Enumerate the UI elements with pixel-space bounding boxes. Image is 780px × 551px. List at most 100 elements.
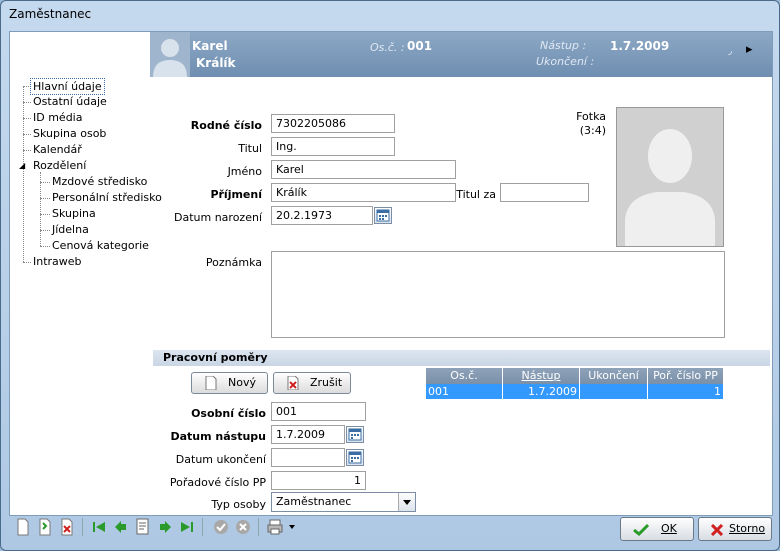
- poradove-cislo-label: Pořadové číslo PP: [169, 476, 266, 489]
- tree-connector: [40, 214, 50, 215]
- new-record-icon[interactable]: [13, 516, 33, 538]
- datum-narozeni-label: Datum narození: [174, 211, 262, 224]
- copy-record-icon[interactable]: [35, 516, 55, 538]
- tree-connector: [40, 198, 50, 199]
- employee-header: Karel Králík Os.č. : 001 Nástup : 1.7.20…: [150, 32, 772, 77]
- delete-record-icon[interactable]: [57, 516, 77, 538]
- calendar-icon[interactable]: [346, 449, 364, 466]
- poznamka-textarea[interactable]: [271, 251, 725, 338]
- ok-button[interactable]: OK: [620, 517, 694, 541]
- person-silhouette-icon: [150, 32, 190, 77]
- grid-header-nastup[interactable]: Nástup: [503, 368, 580, 384]
- datum-nastupu-input[interactable]: [271, 425, 345, 444]
- header-oscis-value: 001: [407, 39, 433, 53]
- grid-header-poradove-cislo[interactable]: Poř. číslo PP: [648, 368, 724, 384]
- tree-item-personalni-stredisko[interactable]: Personální středisko: [52, 190, 162, 205]
- resize-grip-icon[interactable]: ◞: [728, 46, 732, 57]
- cancel-disabled-icon[interactable]: [233, 516, 253, 538]
- dialog-window: Zaměstnanec Hlavní údaje Ostatní údaje I…: [0, 0, 780, 551]
- previous-record-icon[interactable]: [111, 516, 131, 538]
- record-list-icon[interactable]: [133, 516, 153, 538]
- new-button-label: Nový: [228, 376, 256, 389]
- print-dropdown-icon[interactable]: [287, 522, 297, 532]
- tree-item-mzdove-stredisko[interactable]: Mzdové středisko: [52, 174, 147, 189]
- datum-ukonceni-input[interactable]: [271, 448, 345, 467]
- tree-item-id-media[interactable]: ID média: [33, 110, 82, 125]
- osobni-cislo-input[interactable]: [271, 402, 366, 421]
- confirm-disabled-icon[interactable]: [211, 516, 231, 538]
- delete-button[interactable]: Zrušit: [273, 372, 351, 394]
- tree-item-skupina-osob[interactable]: Skupina osob: [33, 126, 106, 141]
- last-record-icon[interactable]: [177, 516, 197, 538]
- dropdown-arrow-icon[interactable]: [398, 493, 415, 511]
- storno-button[interactable]: Storno: [698, 517, 772, 541]
- tree-line: [23, 86, 24, 262]
- tree-connector: [23, 262, 31, 263]
- header-last-name: Králík: [196, 56, 236, 70]
- datum-ukonceni-label: Datum ukončení: [175, 453, 266, 466]
- delete-document-icon: [287, 376, 299, 390]
- next-record-icon[interactable]: [155, 516, 175, 538]
- navigation-tree: Hlavní údaje Ostatní údaje ID média Skup…: [10, 32, 162, 515]
- tree-line: [40, 172, 41, 246]
- tree-connector: [23, 134, 31, 135]
- prijmeni-label: Příjmení: [210, 188, 262, 201]
- expand-triangle-icon[interactable]: ◢: [19, 161, 25, 170]
- typ-osoby-label: Typ osoby: [211, 498, 266, 511]
- fotka-ratio: (3:4): [579, 124, 606, 137]
- new-button[interactable]: Nový: [191, 372, 268, 394]
- photo-frame[interactable]: [616, 107, 724, 247]
- fotka-label: Fotka: [576, 110, 606, 123]
- grid-cell-oscis[interactable]: 001: [426, 384, 503, 399]
- grid-header-ukonceni[interactable]: Ukončení: [580, 368, 648, 384]
- tree-connector: [40, 182, 50, 183]
- tree-connector: [23, 118, 31, 119]
- print-icon[interactable]: [265, 516, 285, 538]
- tree-item-intraweb[interactable]: Intraweb: [33, 254, 82, 269]
- rodne-cislo-label: Rodné číslo: [190, 119, 262, 132]
- window-title: Zaměstnanec: [9, 7, 92, 21]
- jmeno-input[interactable]: [271, 160, 456, 179]
- osobni-cislo-label: Osobní číslo: [191, 407, 266, 420]
- typ-osoby-select[interactable]: Zaměstnanec: [271, 492, 416, 512]
- grid-header-oscis[interactable]: Os.č.: [426, 368, 503, 384]
- tree-item-rozdeleni[interactable]: Rozdělení: [33, 158, 86, 173]
- rodne-cislo-input[interactable]: [271, 114, 395, 133]
- titul-input[interactable]: [271, 137, 395, 156]
- delete-button-label: Zrušit: [310, 376, 343, 389]
- tree-connector: [40, 230, 50, 231]
- toolbar-separator: [258, 518, 259, 536]
- datum-nastupu-label: Datum nástupu: [170, 430, 266, 443]
- tree-connector: [23, 150, 31, 151]
- titul-za-label: Titul za: [456, 188, 496, 201]
- calendar-icon[interactable]: [374, 207, 392, 224]
- tree-connector: [23, 102, 31, 103]
- poradove-cislo-input[interactable]: [271, 471, 366, 490]
- header-first-name: Karel: [192, 39, 228, 53]
- first-record-icon[interactable]: [89, 516, 109, 538]
- header-ukonceni-label: Ukončení :: [536, 55, 595, 68]
- toolbar-separator: [202, 518, 203, 536]
- storno-button-label: Storno: [729, 522, 766, 535]
- grid-cell-nastup[interactable]: 1.7.2009: [503, 384, 580, 399]
- section-pracovni-pomery: Pracovní poměry: [153, 350, 770, 366]
- next-arrow-icon[interactable]: ▸: [746, 42, 753, 57]
- poznamka-label: Poznámka: [205, 256, 262, 269]
- tree-item-jidelna[interactable]: Jídelna: [52, 222, 89, 237]
- grid-cell-ukonceni[interactable]: [580, 384, 648, 399]
- calendar-icon[interactable]: [346, 426, 364, 443]
- grid-cell-poradove-cislo[interactable]: 1: [648, 384, 724, 399]
- checkmark-icon: [633, 523, 649, 536]
- tree-item-cenova-kategorie[interactable]: Cenová kategorie: [52, 238, 149, 253]
- header-nastup-value: 1.7.2009: [610, 39, 670, 53]
- datum-narozeni-input[interactable]: [271, 206, 373, 225]
- tree-item-kalendar[interactable]: Kalendář: [33, 142, 82, 157]
- tree-item-hlavni-udaje[interactable]: Hlavní údaje: [30, 78, 105, 95]
- tree-item-skupina[interactable]: Skupina: [52, 206, 96, 221]
- header-oscis-label: Os.č. :: [370, 41, 405, 54]
- titul-label: Titul: [238, 142, 262, 155]
- prijmeni-input[interactable]: [271, 183, 456, 202]
- tree-item-ostatni-udaje[interactable]: Ostatní údaje: [33, 94, 107, 109]
- titul-za-input[interactable]: [500, 183, 589, 202]
- jmeno-label: Jméno: [227, 165, 262, 178]
